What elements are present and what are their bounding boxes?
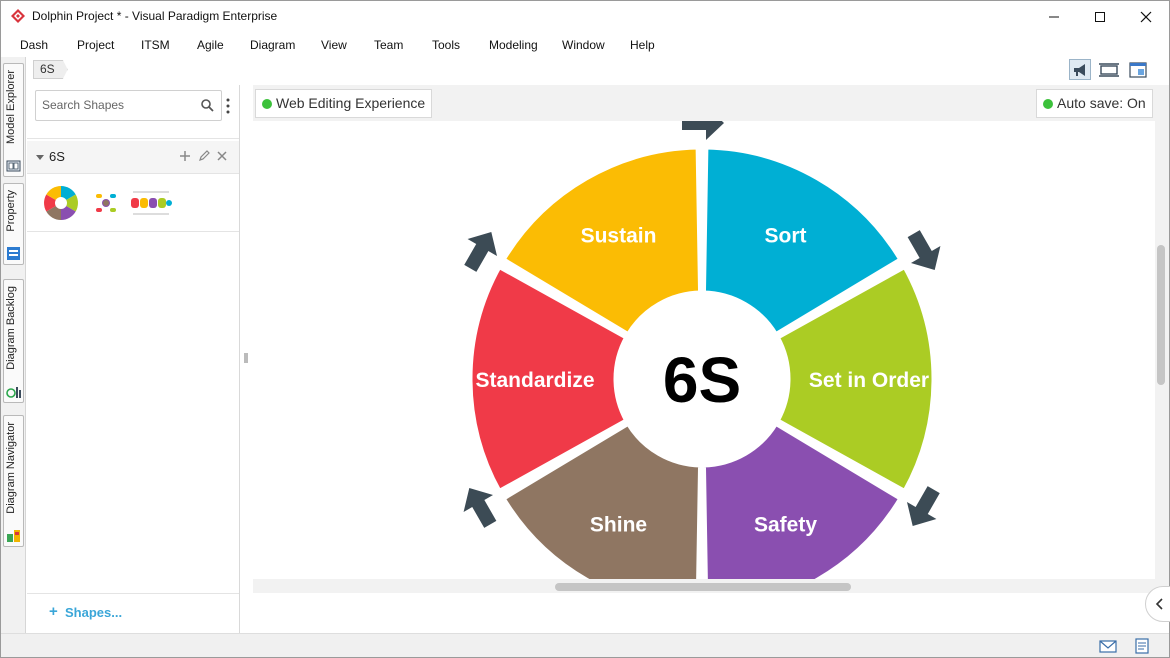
tab-model-explorer[interactable]: Model Explorer xyxy=(3,63,24,177)
search-box xyxy=(35,90,222,121)
announcement-button[interactable] xyxy=(1069,59,1091,80)
minimize-icon xyxy=(1049,16,1059,17)
menu-project[interactable]: Project xyxy=(77,38,114,52)
fit-width-icon xyxy=(1099,62,1119,77)
breadcrumb-bar: 6S xyxy=(27,57,1169,84)
mail-icon[interactable] xyxy=(1099,638,1117,654)
window-layout-icon xyxy=(1129,61,1147,78)
diagram-navigator-icon xyxy=(7,530,20,542)
tab-diagram-backlog-label: Diagram Backlog xyxy=(5,286,17,370)
menu-team[interactable]: Team xyxy=(374,38,403,52)
visual-paradigm-logo-icon xyxy=(11,9,25,23)
remove-icon[interactable] xyxy=(216,150,228,162)
breadcrumb[interactable]: 6S xyxy=(33,60,68,79)
shape-thumbnails xyxy=(27,175,239,231)
shape-group-name: 6S xyxy=(49,149,65,164)
cycle-center-label: 6S xyxy=(663,344,741,416)
menu-modeling[interactable]: Modeling xyxy=(489,38,538,52)
autosave-badge[interactable]: Auto save: On xyxy=(1036,89,1153,118)
shape-panel: 6S xyxy=(27,85,240,633)
cycle-label-set-in-order: Set in Order xyxy=(809,369,929,392)
minimize-button[interactable] xyxy=(1031,1,1077,32)
vertical-scrollbar[interactable] xyxy=(1157,245,1165,385)
more-options-icon[interactable] xyxy=(226,98,230,114)
cycle-label-sustain: Sustain xyxy=(581,224,657,247)
panel-divider xyxy=(27,138,239,139)
megaphone-icon xyxy=(1074,63,1085,76)
menu-window[interactable]: Window xyxy=(562,38,605,52)
menu-bar: Dash Project ITSM Agile Diagram View Tea… xyxy=(1,33,1169,56)
cycle-shape-thumbnail[interactable] xyxy=(41,183,81,223)
search-icon[interactable] xyxy=(201,99,214,112)
menu-dash[interactable]: Dash xyxy=(20,38,48,52)
maximize-button[interactable] xyxy=(1077,1,1123,32)
shapes-link[interactable]: Shapes... xyxy=(65,605,122,620)
cycle-label-standardize: Standardize xyxy=(475,369,594,392)
splitter-grip-icon[interactable] xyxy=(244,353,248,363)
tab-property[interactable]: Property xyxy=(3,183,24,265)
mind-shape-thumbnail[interactable] xyxy=(93,183,119,223)
property-icon xyxy=(7,247,20,260)
tab-model-explorer-label: Model Explorer xyxy=(5,70,17,144)
search-input[interactable] xyxy=(42,98,192,112)
panel-divider xyxy=(27,593,239,594)
status-dot-icon xyxy=(1043,99,1053,109)
panel-divider xyxy=(27,231,239,232)
notes-icon[interactable] xyxy=(1133,638,1151,654)
autosave-label: Auto save: On xyxy=(1057,95,1146,111)
cycle-label-shine: Shine xyxy=(590,514,647,537)
web-editing-label: Web Editing Experience xyxy=(276,95,426,111)
edit-icon[interactable] xyxy=(198,150,210,162)
close-icon xyxy=(1140,11,1152,22)
cycle-label-sort: Sort xyxy=(765,224,807,247)
tab-diagram-navigator-label: Diagram Navigator xyxy=(5,422,17,514)
tab-diagram-backlog[interactable]: Diagram Backlog xyxy=(3,279,24,403)
diagram-canvas[interactable]: Sort Set in Order Safety Shine Standardize Su… xyxy=(253,121,1155,579)
menu-agile[interactable]: Agile xyxy=(197,38,224,52)
menu-tools[interactable]: Tools xyxy=(432,38,460,52)
diagram-area: Web Editing Experience Auto save: On Sor… xyxy=(253,85,1170,633)
status-bar xyxy=(1,633,1169,657)
cycle-diagram[interactable]: Sort Set in Order Safety Shine Standardize Su… xyxy=(253,121,1155,579)
horizontal-scrollbar[interactable] xyxy=(555,583,851,591)
title-bar: Dolphin Project * - Visual Paradigm Ente… xyxy=(1,1,1169,32)
plus-icon[interactable]: + xyxy=(49,603,58,620)
add-icon[interactable] xyxy=(179,150,191,162)
menu-itsm[interactable]: ITSM xyxy=(141,38,170,52)
diagram-footer xyxy=(253,593,1169,633)
close-button[interactable] xyxy=(1123,1,1169,32)
diagram-backlog-icon xyxy=(6,387,21,398)
menu-help[interactable]: Help xyxy=(630,38,655,52)
side-tab-strip: Model Explorer Property Diagram Backlog xyxy=(1,57,26,637)
maximize-icon xyxy=(1095,11,1105,22)
layout-panel-button[interactable] xyxy=(1127,59,1149,80)
web-editing-badge[interactable]: Web Editing Experience xyxy=(255,89,433,118)
status-dot-icon xyxy=(262,99,272,109)
model-explorer-icon xyxy=(6,160,21,172)
cycle-label-safety: Safety xyxy=(754,514,817,537)
window-title: Dolphin Project * - Visual Paradigm Ente… xyxy=(32,9,278,23)
app-window: Dolphin Project * - Visual Paradigm Ente… xyxy=(0,0,1170,658)
cycle-arrow xyxy=(682,121,724,140)
menu-diagram[interactable]: Diagram xyxy=(250,38,295,52)
shape-group-header[interactable]: 6S xyxy=(27,141,239,173)
caret-down-icon[interactable] xyxy=(36,153,44,161)
menu-view[interactable]: View xyxy=(321,38,347,52)
chevron-left-icon xyxy=(1155,598,1163,610)
panel-divider xyxy=(27,173,239,174)
tab-property-label: Property xyxy=(5,190,17,232)
process-shape-thumbnail[interactable] xyxy=(129,183,173,223)
tab-diagram-navigator[interactable]: Diagram Navigator xyxy=(3,415,24,547)
fit-diagram-button[interactable] xyxy=(1098,59,1120,80)
